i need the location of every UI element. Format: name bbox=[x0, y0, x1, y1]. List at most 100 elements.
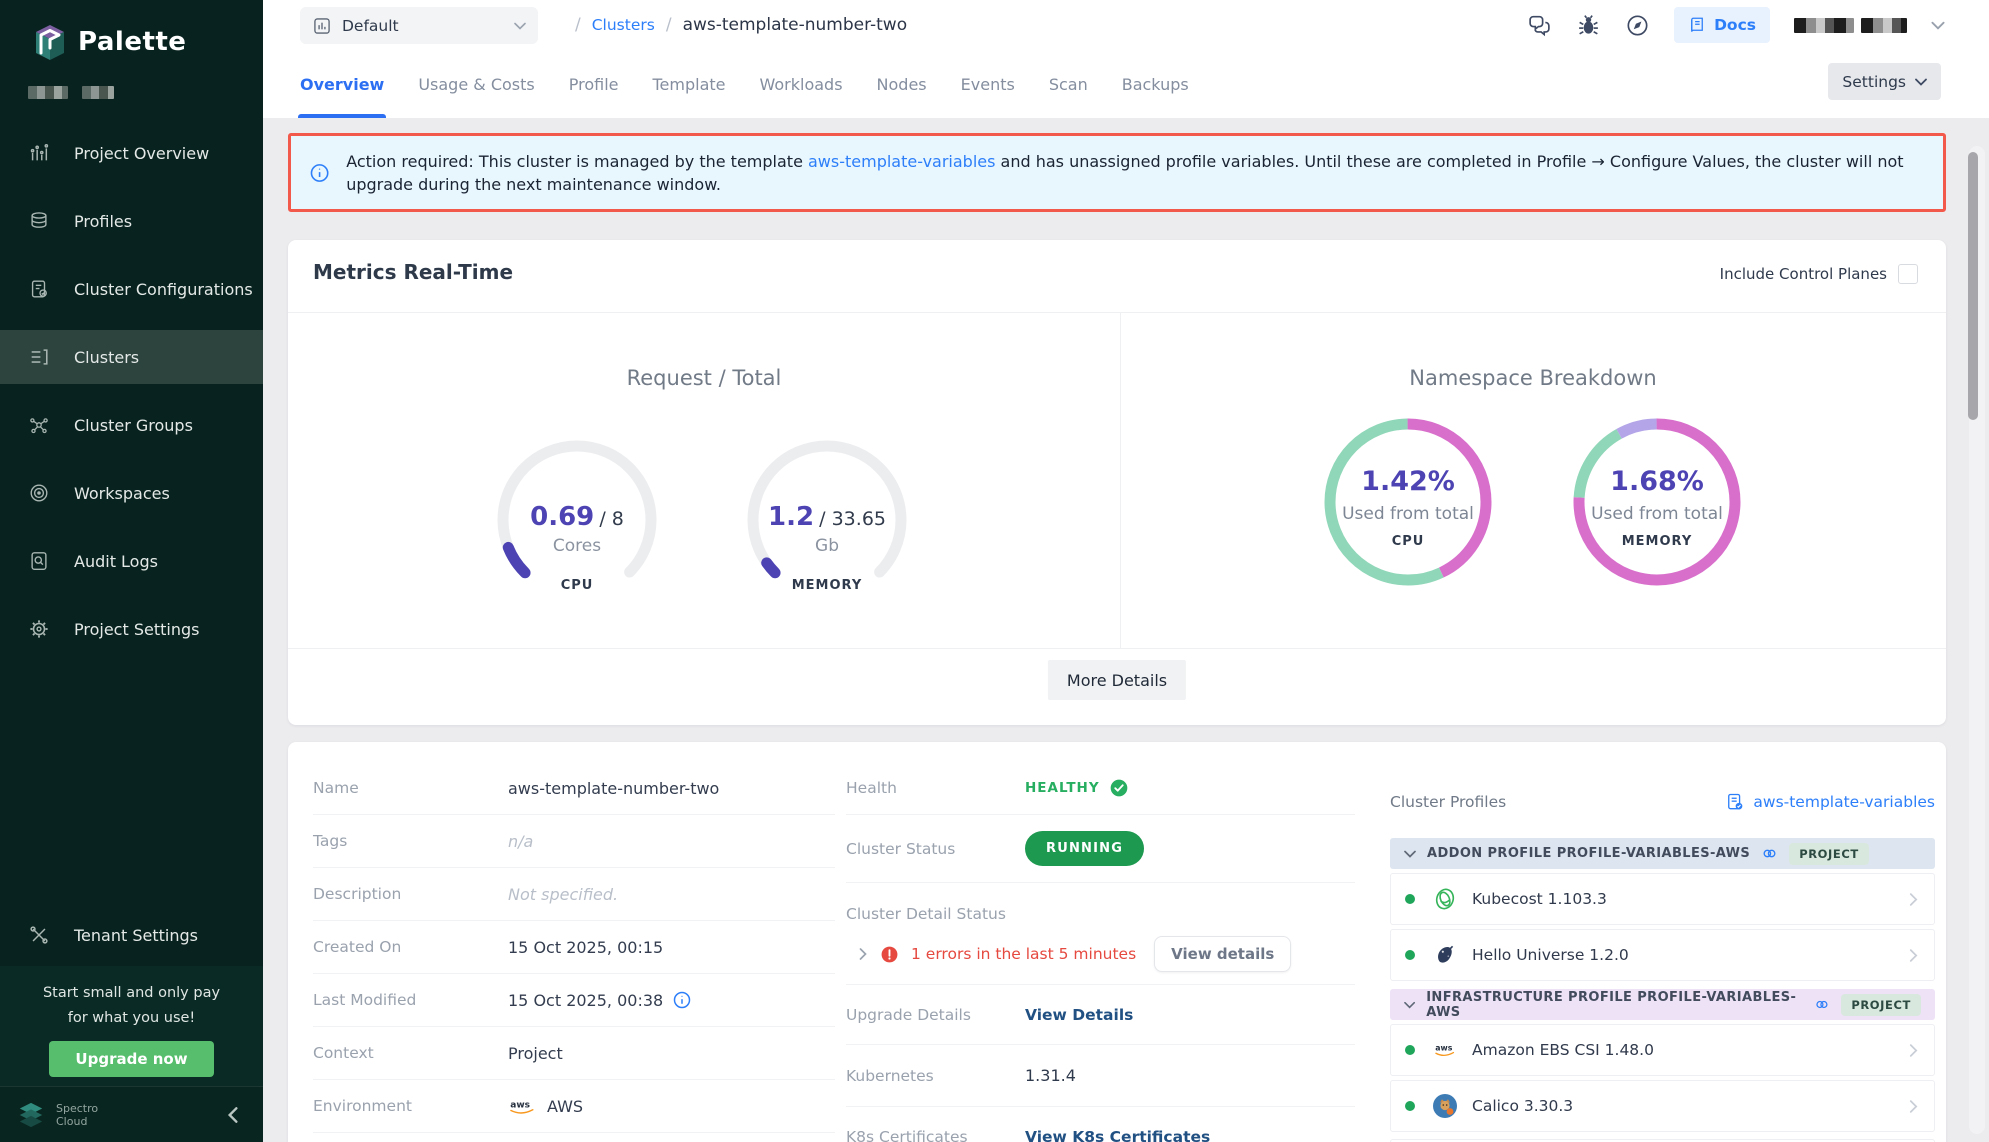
sidebar-item-project-overview[interactable]: Project Overview bbox=[0, 126, 263, 180]
expand-chevron-right-icon[interactable] bbox=[858, 948, 868, 960]
palette-logo: Palette bbox=[26, 20, 186, 64]
document-check-icon bbox=[28, 278, 50, 300]
compass-icon[interactable] bbox=[1625, 13, 1650, 38]
kubernetes-version-value: 1.31.4 bbox=[1025, 1066, 1076, 1085]
field-label: Description bbox=[313, 885, 508, 903]
error-message: 1 errors in the last 5 minutes bbox=[911, 945, 1136, 963]
health-status: HEALTHY bbox=[1025, 778, 1129, 798]
alert-template-link[interactable]: aws-template-variables bbox=[808, 152, 995, 171]
profile-group-name: ADDON PROFILE PROFILE-VARIABLES-AWS bbox=[1427, 846, 1750, 861]
sidebar-item-tenant-settings[interactable]: Tenant Settings bbox=[0, 908, 263, 962]
orbit-icon bbox=[28, 482, 50, 504]
chat-icon[interactable] bbox=[1527, 13, 1552, 38]
kubecost-icon bbox=[1432, 886, 1458, 912]
sidebar-item-workspaces[interactable]: Workspaces bbox=[0, 466, 263, 520]
breadcrumb-clusters-link[interactable]: Clusters bbox=[592, 16, 655, 34]
details-left-column: Name aws-template-number-two Tags n/a De… bbox=[313, 762, 835, 1133]
collapse-sidebar-chevron-left-icon[interactable] bbox=[225, 1107, 241, 1123]
user-menu[interactable] bbox=[1794, 18, 1907, 33]
breadcrumb-separator: / bbox=[666, 15, 672, 35]
detail-row-health: Health HEALTHY bbox=[846, 762, 1355, 815]
field-label: Name bbox=[313, 779, 508, 797]
detail-row-upgrade-details: Upgrade Details View Details bbox=[846, 985, 1355, 1045]
profile-pack-row-calico[interactable]: Calico 3.30.3 bbox=[1390, 1080, 1935, 1132]
field-label: Cluster Detail Status bbox=[846, 905, 1006, 923]
running-status-badge[interactable]: RUNNING bbox=[1025, 831, 1144, 866]
pack-name: Hello Universe 1.2.0 bbox=[1472, 946, 1629, 964]
page-content: Action required: This cluster is managed… bbox=[263, 118, 1989, 1142]
view-details-button[interactable]: View details bbox=[1154, 936, 1291, 972]
tab-overview[interactable]: Overview bbox=[300, 50, 384, 118]
info-icon bbox=[309, 160, 330, 186]
memory-request-gauge: 1.2 / 33.65 Gb MEMORY bbox=[737, 430, 917, 610]
cpu-request-value: 0.69 bbox=[530, 502, 594, 532]
upgrade-details-link[interactable]: View Details bbox=[1025, 1006, 1133, 1024]
profile-group-name: INFRASTRUCTURE PROFILE PROFILE-VARIABLES… bbox=[1426, 990, 1803, 1020]
include-control-planes-checkbox[interactable] bbox=[1898, 264, 1918, 284]
tab-workloads[interactable]: Workloads bbox=[760, 50, 843, 118]
sidebar-item-audit-logs[interactable]: Audit Logs bbox=[0, 534, 263, 588]
addon-profile-group-header[interactable]: ADDON PROFILE PROFILE-VARIABLES-AWS PROJ… bbox=[1390, 838, 1935, 869]
status-dot-green bbox=[1405, 894, 1415, 904]
sidebar-item-cluster-configurations[interactable]: Cluster Configurations bbox=[0, 262, 263, 316]
docs-button-label: Docs bbox=[1714, 16, 1756, 34]
profile-pack-row-amazon-ebs-csi[interactable]: aws Amazon EBS CSI 1.48.0 bbox=[1390, 1024, 1935, 1076]
tabs: Overview Usage & Costs Profile Template … bbox=[300, 50, 1189, 118]
project-scope-badge: PROJECT bbox=[1789, 843, 1869, 865]
upgrade-now-button[interactable]: Upgrade now bbox=[49, 1041, 213, 1077]
memory-gauge-value: 1.2 / 33.65 bbox=[737, 502, 917, 532]
view-k8s-certificates-link[interactable]: View K8s Certificates bbox=[1025, 1128, 1210, 1142]
svg-text:aws: aws bbox=[510, 1101, 530, 1111]
memory-donut-label: MEMORY bbox=[1569, 534, 1745, 549]
field-label: Health bbox=[846, 779, 1025, 797]
upgrade-promo: Start small and only pay for what you us… bbox=[0, 966, 263, 1086]
scrollbar-track[interactable] bbox=[1969, 146, 1985, 1134]
sidebar-item-profiles[interactable]: Profiles bbox=[0, 194, 263, 248]
tab-template[interactable]: Template bbox=[652, 50, 725, 118]
pack-name: Calico 3.30.3 bbox=[1472, 1097, 1573, 1115]
tab-scan[interactable]: Scan bbox=[1049, 50, 1088, 118]
template-link[interactable]: aws-template-variables bbox=[1725, 792, 1935, 812]
cluster-detail-status-section: Cluster Detail Status 1 errors in the la… bbox=[846, 883, 1355, 985]
info-icon[interactable] bbox=[672, 990, 692, 1010]
tab-profile[interactable]: Profile bbox=[569, 50, 619, 118]
node-graph-icon bbox=[28, 414, 50, 436]
tab-nodes[interactable]: Nodes bbox=[877, 50, 927, 118]
memory-donut-caption: Used from total bbox=[1569, 504, 1745, 524]
detail-row-kubernetes: Kubernetes 1.31.4 bbox=[846, 1045, 1355, 1107]
context-value: Project bbox=[508, 1044, 563, 1063]
sidebar-item-cluster-groups[interactable]: Cluster Groups bbox=[0, 398, 263, 452]
detail-row-description: Description Not specified. bbox=[313, 868, 835, 921]
scrollbar-thumb[interactable] bbox=[1968, 152, 1978, 420]
sidebar-item-clusters[interactable]: Clusters bbox=[0, 330, 263, 384]
memory-total-value: / 33.65 bbox=[819, 508, 886, 530]
memory-namespace-donut: 1.68% Used from total MEMORY bbox=[1569, 414, 1745, 590]
sidebar-item-project-settings[interactable]: Project Settings bbox=[0, 602, 263, 656]
alert-message: Action required: This cluster is managed… bbox=[346, 150, 1925, 196]
svg-text:aws: aws bbox=[1435, 1044, 1452, 1053]
cluster-details-card: Name aws-template-number-two Tags n/a De… bbox=[288, 742, 1946, 1142]
sidebar-item-label: Clusters bbox=[74, 348, 139, 367]
docs-button[interactable]: Docs bbox=[1674, 7, 1770, 43]
status-dot-green bbox=[1405, 1101, 1415, 1111]
tab-events[interactable]: Events bbox=[961, 50, 1015, 118]
aws-logo-icon: aws bbox=[508, 1096, 538, 1116]
cpu-request-gauge: 0.69 / 8 Cores CPU bbox=[487, 430, 667, 610]
status-dot-green bbox=[1405, 1045, 1415, 1055]
user-menu-chevron-down-icon[interactable] bbox=[1931, 21, 1945, 30]
profile-pack-row-kubecost[interactable]: Kubecost 1.103.3 bbox=[1390, 873, 1935, 925]
footer-brand-line1: Spectro bbox=[56, 1102, 98, 1115]
cpu-donut-label: CPU bbox=[1320, 534, 1496, 549]
field-label: Kubernetes bbox=[846, 1067, 1025, 1085]
settings-button[interactable]: Settings bbox=[1828, 63, 1941, 100]
project-selector[interactable]: Default bbox=[300, 7, 538, 44]
tab-backups[interactable]: Backups bbox=[1122, 50, 1189, 118]
detail-row-created-on: Created On 15 Oct 2025, 00:15 bbox=[313, 921, 835, 974]
more-details-button[interactable]: More Details bbox=[1048, 660, 1186, 700]
profile-pack-row-hello-universe[interactable]: Hello Universe 1.2.0 bbox=[1390, 929, 1935, 981]
infrastructure-profile-group-header[interactable]: INFRASTRUCTURE PROFILE PROFILE-VARIABLES… bbox=[1390, 989, 1935, 1020]
bug-report-icon[interactable] bbox=[1576, 13, 1601, 38]
tab-usage-costs[interactable]: Usage & Costs bbox=[418, 50, 534, 118]
tags-value: n/a bbox=[508, 832, 533, 851]
action-required-alert: Action required: This cluster is managed… bbox=[288, 133, 1946, 212]
